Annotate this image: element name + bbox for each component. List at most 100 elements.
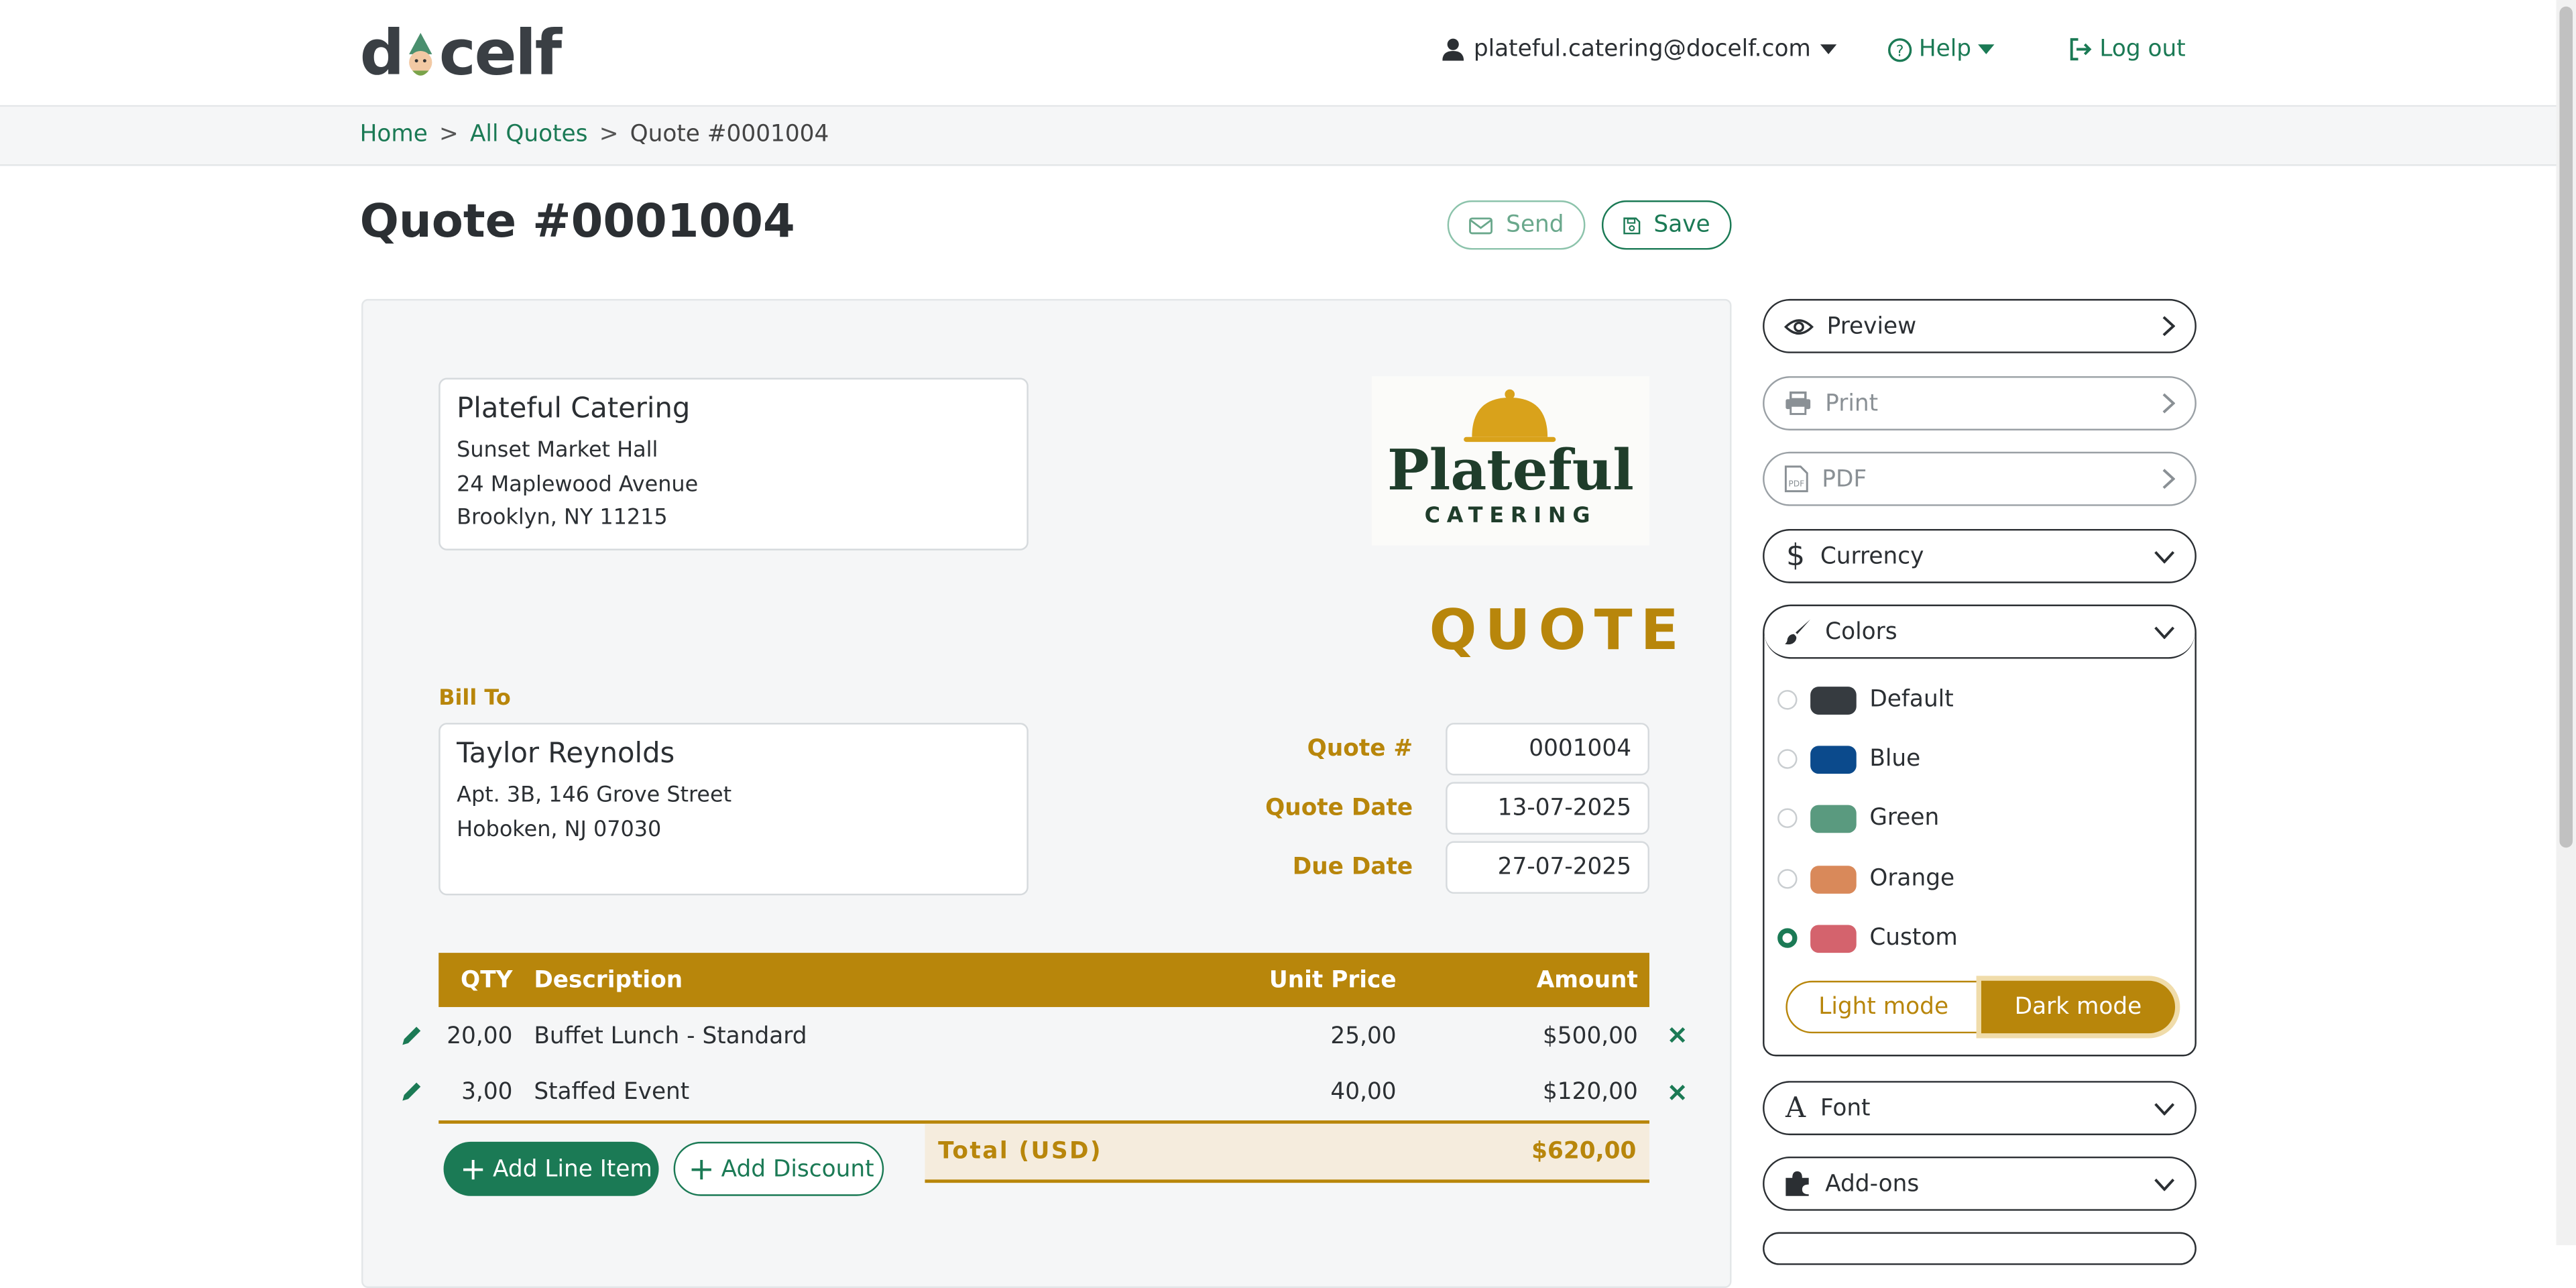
caret-down-icon bbox=[1977, 44, 1995, 54]
eye-icon bbox=[1783, 318, 1814, 334]
user-email: plateful.catering@docelf.com bbox=[1473, 36, 1811, 63]
elf-icon bbox=[409, 33, 432, 76]
add-discount-label: Add Discount bbox=[721, 1155, 874, 1182]
color-swatch bbox=[1810, 745, 1857, 773]
add-discount-button[interactable]: Add Discount bbox=[673, 1141, 884, 1196]
logout-link[interactable]: Log out bbox=[2068, 36, 2186, 62]
colors-label: Colors bbox=[1825, 618, 1897, 645]
radio-button[interactable] bbox=[1777, 808, 1798, 828]
color-option-default[interactable]: Default bbox=[1777, 682, 1954, 718]
bill-to-address-box[interactable]: Taylor Reynolds Apt. 3B, 146 Grove Stree… bbox=[438, 723, 1029, 896]
quote-date-label: Quote Date bbox=[1265, 795, 1413, 822]
company-logo[interactable]: Plateful CATERING bbox=[1371, 376, 1650, 546]
question-circle-icon: ? bbox=[1888, 37, 1912, 62]
radio-button-selected[interactable] bbox=[1777, 928, 1798, 948]
chevron-right-icon bbox=[2162, 469, 2176, 489]
total-value: $620,00 bbox=[1531, 1138, 1637, 1165]
send-button[interactable]: Send bbox=[1447, 200, 1586, 250]
breadcrumb-all-quotes[interactable]: All Quotes bbox=[470, 121, 588, 148]
client-address-line: Hoboken, NJ 07030 bbox=[457, 817, 662, 842]
color-option-custom[interactable]: Custom bbox=[1777, 920, 1958, 956]
due-date-label: Due Date bbox=[1292, 854, 1413, 881]
color-swatch bbox=[1810, 685, 1857, 714]
add-line-item-button[interactable]: Add Line Item bbox=[443, 1141, 659, 1196]
radio-button[interactable] bbox=[1777, 690, 1798, 710]
delete-x-icon[interactable] bbox=[1667, 1025, 1687, 1045]
radio-button[interactable] bbox=[1777, 749, 1798, 769]
envelope-icon bbox=[1469, 217, 1492, 234]
preview-button[interactable]: Preview bbox=[1763, 298, 2197, 353]
save-button[interactable]: Save bbox=[1601, 200, 1732, 250]
currency-label: Currency bbox=[1820, 542, 1924, 569]
print-button[interactable]: Print bbox=[1763, 376, 2197, 430]
pencil-icon[interactable] bbox=[399, 1079, 424, 1104]
light-mode-toggle[interactable]: Light mode bbox=[1785, 980, 1981, 1034]
currency-dropdown[interactable]: $ Currency bbox=[1763, 528, 2197, 583]
row-description: Buffet Lunch - Standard bbox=[534, 1023, 807, 1050]
font-icon: A bbox=[1785, 1092, 1806, 1125]
table-row[interactable]: 20,00 Buffet Lunch - Standard 25,00 $500… bbox=[438, 1008, 1649, 1064]
pdf-file-icon: PDF bbox=[1784, 465, 1808, 493]
addons-dropdown[interactable]: Add-ons bbox=[1763, 1156, 2197, 1211]
dark-mode-toggle[interactable]: Dark mode bbox=[1981, 980, 2176, 1034]
font-dropdown[interactable]: A Font bbox=[1763, 1081, 2197, 1136]
logo-text-end: celf bbox=[438, 16, 562, 89]
color-option-label: Blue bbox=[1869, 746, 1921, 772]
due-date-field[interactable]: 27-07-2025 bbox=[1446, 841, 1650, 894]
from-address-box[interactable]: Plateful Catering Sunset Market Hall 24 … bbox=[438, 377, 1029, 550]
paintbrush-icon bbox=[1785, 619, 1811, 645]
from-address-line: 24 Maplewood Avenue bbox=[457, 472, 699, 497]
color-swatch bbox=[1810, 804, 1857, 833]
pdf-label: PDF bbox=[1822, 465, 1867, 492]
color-option-orange[interactable]: Orange bbox=[1777, 861, 1954, 897]
color-option-label: Green bbox=[1869, 805, 1940, 831]
quote-date-field[interactable]: 13-07-2025 bbox=[1446, 782, 1650, 835]
caret-down-icon bbox=[1820, 44, 1838, 54]
from-address-line: Sunset Market Hall bbox=[457, 438, 658, 463]
breadcrumb-home[interactable]: Home bbox=[360, 121, 428, 148]
page-title: Quote #0001004 bbox=[359, 194, 795, 248]
radio-button[interactable] bbox=[1777, 869, 1798, 889]
help-menu[interactable]: ? Help bbox=[1887, 36, 1995, 62]
colors-panel: Colors Default Blue Green Orange Custom bbox=[1763, 604, 2197, 1057]
breadcrumb-separator: > bbox=[599, 121, 619, 148]
chevron-right-icon bbox=[2162, 393, 2176, 414]
pencil-icon[interactable] bbox=[399, 1023, 424, 1048]
plus-icon bbox=[691, 1159, 711, 1179]
colors-dropdown-toggle[interactable]: Colors bbox=[1764, 606, 2195, 659]
row-amount: $120,00 bbox=[1542, 1079, 1638, 1106]
table-row[interactable]: 3,00 Staffed Event 40,00 $120,00 bbox=[438, 1065, 1649, 1120]
quote-number-label: Quote # bbox=[1307, 736, 1413, 762]
printer-icon bbox=[1785, 391, 1811, 415]
user-menu[interactable]: plateful.catering@docelf.com bbox=[1442, 36, 1838, 63]
dollar-sign-icon: $ bbox=[1786, 538, 1806, 574]
row-unit-price: 40,00 bbox=[1330, 1079, 1397, 1106]
docelf-logo[interactable]: d celf bbox=[360, 16, 563, 89]
color-option-label: Default bbox=[1869, 687, 1954, 713]
sidebar-panel-partial[interactable] bbox=[1763, 1232, 2197, 1265]
addons-label: Add-ons bbox=[1825, 1170, 1920, 1197]
color-option-blue[interactable]: Blue bbox=[1777, 741, 1920, 777]
add-line-item-label: Add Line Item bbox=[493, 1155, 652, 1182]
client-name: Taylor Reynolds bbox=[457, 738, 675, 771]
bill-to-label: Bill To bbox=[438, 687, 511, 711]
client-address-line: Apt. 3B, 146 Grove Street bbox=[457, 783, 732, 809]
scrollbar-thumb[interactable] bbox=[2559, 6, 2573, 848]
color-option-green[interactable]: Green bbox=[1777, 800, 1939, 836]
plus-icon bbox=[463, 1159, 483, 1179]
color-option-label: Orange bbox=[1869, 866, 1955, 892]
row-unit-price: 25,00 bbox=[1330, 1023, 1397, 1050]
quote-number-field[interactable]: 0001004 bbox=[1446, 723, 1650, 776]
delete-x-icon[interactable] bbox=[1667, 1083, 1687, 1102]
from-address-line: Brooklyn, NY 11215 bbox=[457, 506, 668, 531]
logo-brand-text: Plateful bbox=[1387, 438, 1634, 505]
pdf-button[interactable]: PDF PDF bbox=[1763, 451, 2197, 506]
breadcrumb-current: Quote #0001004 bbox=[630, 121, 829, 148]
chevron-down-icon bbox=[2154, 626, 2175, 638]
qty-header: QTY bbox=[461, 968, 513, 994]
breadcrumb: Home > All Quotes > Quote #0001004 bbox=[360, 121, 829, 148]
total-row: Total (USD) $620,00 bbox=[925, 1123, 1650, 1183]
print-label: Print bbox=[1825, 390, 1879, 417]
row-description: Staffed Event bbox=[534, 1079, 690, 1106]
line-items-header: QTY Description Unit Price Amount bbox=[438, 953, 1650, 1007]
